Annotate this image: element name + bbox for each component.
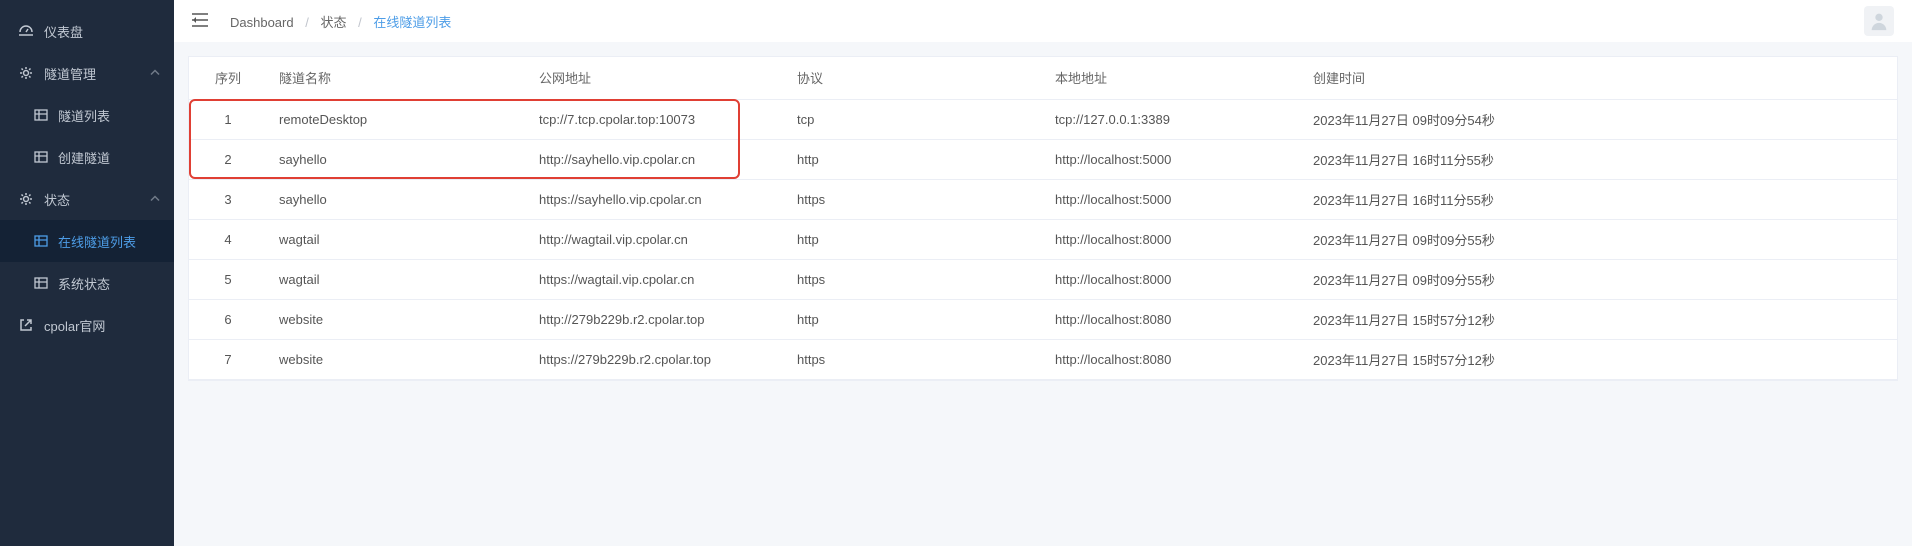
- sidebar-item-label: 状态: [44, 190, 70, 209]
- breadcrumb-current: 在线隧道列表: [373, 15, 451, 30]
- table-row[interactable]: 2sayhellohttp://sayhello.vip.cpolar.cnht…: [189, 139, 1897, 179]
- cell-proto: http: [785, 139, 1043, 179]
- th-seq: 序列: [189, 57, 267, 99]
- cell-created: 2023年11月27日 09时09分55秒: [1301, 219, 1897, 259]
- cell-seq: 2: [189, 139, 267, 179]
- breadcrumb-sep: /: [358, 15, 362, 30]
- cell-seq: 1: [189, 99, 267, 139]
- cell-proto: http: [785, 299, 1043, 339]
- sidebar-item-label: 在线隧道列表: [58, 232, 136, 251]
- sidebar-item-label: 隧道管理: [44, 64, 96, 83]
- cell-created: 2023年11月27日 15时57分12秒: [1301, 299, 1897, 339]
- cell-created: 2023年11月27日 09时09分54秒: [1301, 99, 1897, 139]
- cell-created: 2023年11月27日 16时11分55秒: [1301, 139, 1897, 179]
- cell-local: http://localhost:8080: [1043, 339, 1301, 379]
- chevron-up-icon: [150, 192, 160, 207]
- sidebar-item-system-status[interactable]: 系统状态: [0, 262, 174, 304]
- table-row[interactable]: 7websitehttps://279b229b.r2.cpolar.topht…: [189, 339, 1897, 379]
- table-row[interactable]: 1remoteDesktoptcp://7.tcp.cpolar.top:100…: [189, 99, 1897, 139]
- main: Dashboard / 状态 / 在线隧道列表 序列 隧道名称: [174, 0, 1912, 546]
- cell-created: 2023年11月27日 15时57分12秒: [1301, 339, 1897, 379]
- sidebar-item-tunnel-create[interactable]: 创建隧道: [0, 136, 174, 178]
- cell-proto: https: [785, 259, 1043, 299]
- sidebar: 仪表盘 隧道管理 隧道列表: [0, 0, 174, 546]
- cell-name: sayhello: [267, 179, 527, 219]
- sidebar-item-dashboard[interactable]: 仪表盘: [0, 10, 174, 52]
- sidebar-item-label: cpolar官网: [44, 316, 105, 335]
- cell-proto: https: [785, 339, 1043, 379]
- th-local: 本地地址: [1043, 57, 1301, 99]
- sidebar-item-tunnel-mgmt[interactable]: 隧道管理: [0, 52, 174, 94]
- tunnel-table-card: 序列 隧道名称 公网地址 协议 本地地址 创建时间 1remoteDesktop…: [188, 56, 1898, 381]
- sidebar-item-label: 隧道列表: [58, 106, 110, 125]
- cell-local: http://localhost:5000: [1043, 139, 1301, 179]
- table-row[interactable]: 4wagtailhttp://wagtail.vip.cpolar.cnhttp…: [189, 219, 1897, 259]
- tunnel-table: 序列 隧道名称 公网地址 协议 本地地址 创建时间 1remoteDesktop…: [189, 57, 1897, 380]
- table-icon: [34, 150, 48, 164]
- cell-created: 2023年11月27日 09时09分55秒: [1301, 259, 1897, 299]
- sidebar-item-label: 仪表盘: [44, 22, 83, 41]
- cell-seq: 6: [189, 299, 267, 339]
- chevron-up-icon: [150, 66, 160, 81]
- cell-url: http://wagtail.vip.cpolar.cn: [527, 219, 785, 259]
- sidebar-item-status[interactable]: 状态: [0, 178, 174, 220]
- th-proto: 协议: [785, 57, 1043, 99]
- cell-url: https://sayhello.vip.cpolar.cn: [527, 179, 785, 219]
- table-icon: [34, 108, 48, 122]
- breadcrumb: Dashboard / 状态 / 在线隧道列表: [226, 12, 455, 31]
- table-icon: [34, 234, 48, 248]
- table-row[interactable]: 3sayhellohttps://sayhello.vip.cpolar.cnh…: [189, 179, 1897, 219]
- topbar: Dashboard / 状态 / 在线隧道列表: [174, 0, 1912, 42]
- cell-name: wagtail: [267, 259, 527, 299]
- cell-url: http://sayhello.vip.cpolar.cn: [527, 139, 785, 179]
- cell-seq: 4: [189, 219, 267, 259]
- cell-local: http://localhost:8080: [1043, 299, 1301, 339]
- cell-proto: https: [785, 179, 1043, 219]
- table-header-row: 序列 隧道名称 公网地址 协议 本地地址 创建时间: [189, 57, 1897, 99]
- cell-name: website: [267, 339, 527, 379]
- cell-url: https://wagtail.vip.cpolar.cn: [527, 259, 785, 299]
- sidebar-item-online-tunnels[interactable]: 在线隧道列表: [0, 220, 174, 262]
- cell-local: http://localhost:8000: [1043, 259, 1301, 299]
- sidebar-item-label: 系统状态: [58, 274, 110, 293]
- menu-toggle-icon[interactable]: [192, 13, 208, 30]
- gear-icon: [18, 191, 34, 207]
- th-created: 创建时间: [1301, 57, 1897, 99]
- cell-url: http://279b229b.r2.cpolar.top: [527, 299, 785, 339]
- cell-proto: http: [785, 219, 1043, 259]
- cell-name: remoteDesktop: [267, 99, 527, 139]
- dashboard-icon: [18, 23, 34, 39]
- cell-created: 2023年11月27日 16时11分55秒: [1301, 179, 1897, 219]
- gear-icon: [18, 65, 34, 81]
- cell-seq: 7: [189, 339, 267, 379]
- cell-name: sayhello: [267, 139, 527, 179]
- breadcrumb-sep: /: [305, 15, 309, 30]
- cell-url: tcp://7.tcp.cpolar.top:10073: [527, 99, 785, 139]
- cell-local: http://localhost:8000: [1043, 219, 1301, 259]
- cell-name: website: [267, 299, 527, 339]
- sidebar-item-tunnel-list[interactable]: 隧道列表: [0, 94, 174, 136]
- breadcrumb-dashboard[interactable]: Dashboard: [230, 15, 294, 30]
- cell-local: tcp://127.0.0.1:3389: [1043, 99, 1301, 139]
- cell-url: https://279b229b.r2.cpolar.top: [527, 339, 785, 379]
- th-name: 隧道名称: [267, 57, 527, 99]
- th-url: 公网地址: [527, 57, 785, 99]
- cell-name: wagtail: [267, 219, 527, 259]
- breadcrumb-status[interactable]: 状态: [320, 15, 346, 30]
- avatar[interactable]: [1864, 6, 1894, 36]
- cell-seq: 5: [189, 259, 267, 299]
- cell-local: http://localhost:5000: [1043, 179, 1301, 219]
- sidebar-item-label: 创建隧道: [58, 148, 110, 167]
- table-row[interactable]: 6websitehttp://279b229b.r2.cpolar.tophtt…: [189, 299, 1897, 339]
- table-row[interactable]: 5wagtailhttps://wagtail.vip.cpolar.cnhtt…: [189, 259, 1897, 299]
- cell-proto: tcp: [785, 99, 1043, 139]
- sidebar-item-cpolar-site[interactable]: cpolar官网: [0, 304, 174, 346]
- table-icon: [34, 276, 48, 290]
- cell-seq: 3: [189, 179, 267, 219]
- external-link-icon: [18, 317, 34, 333]
